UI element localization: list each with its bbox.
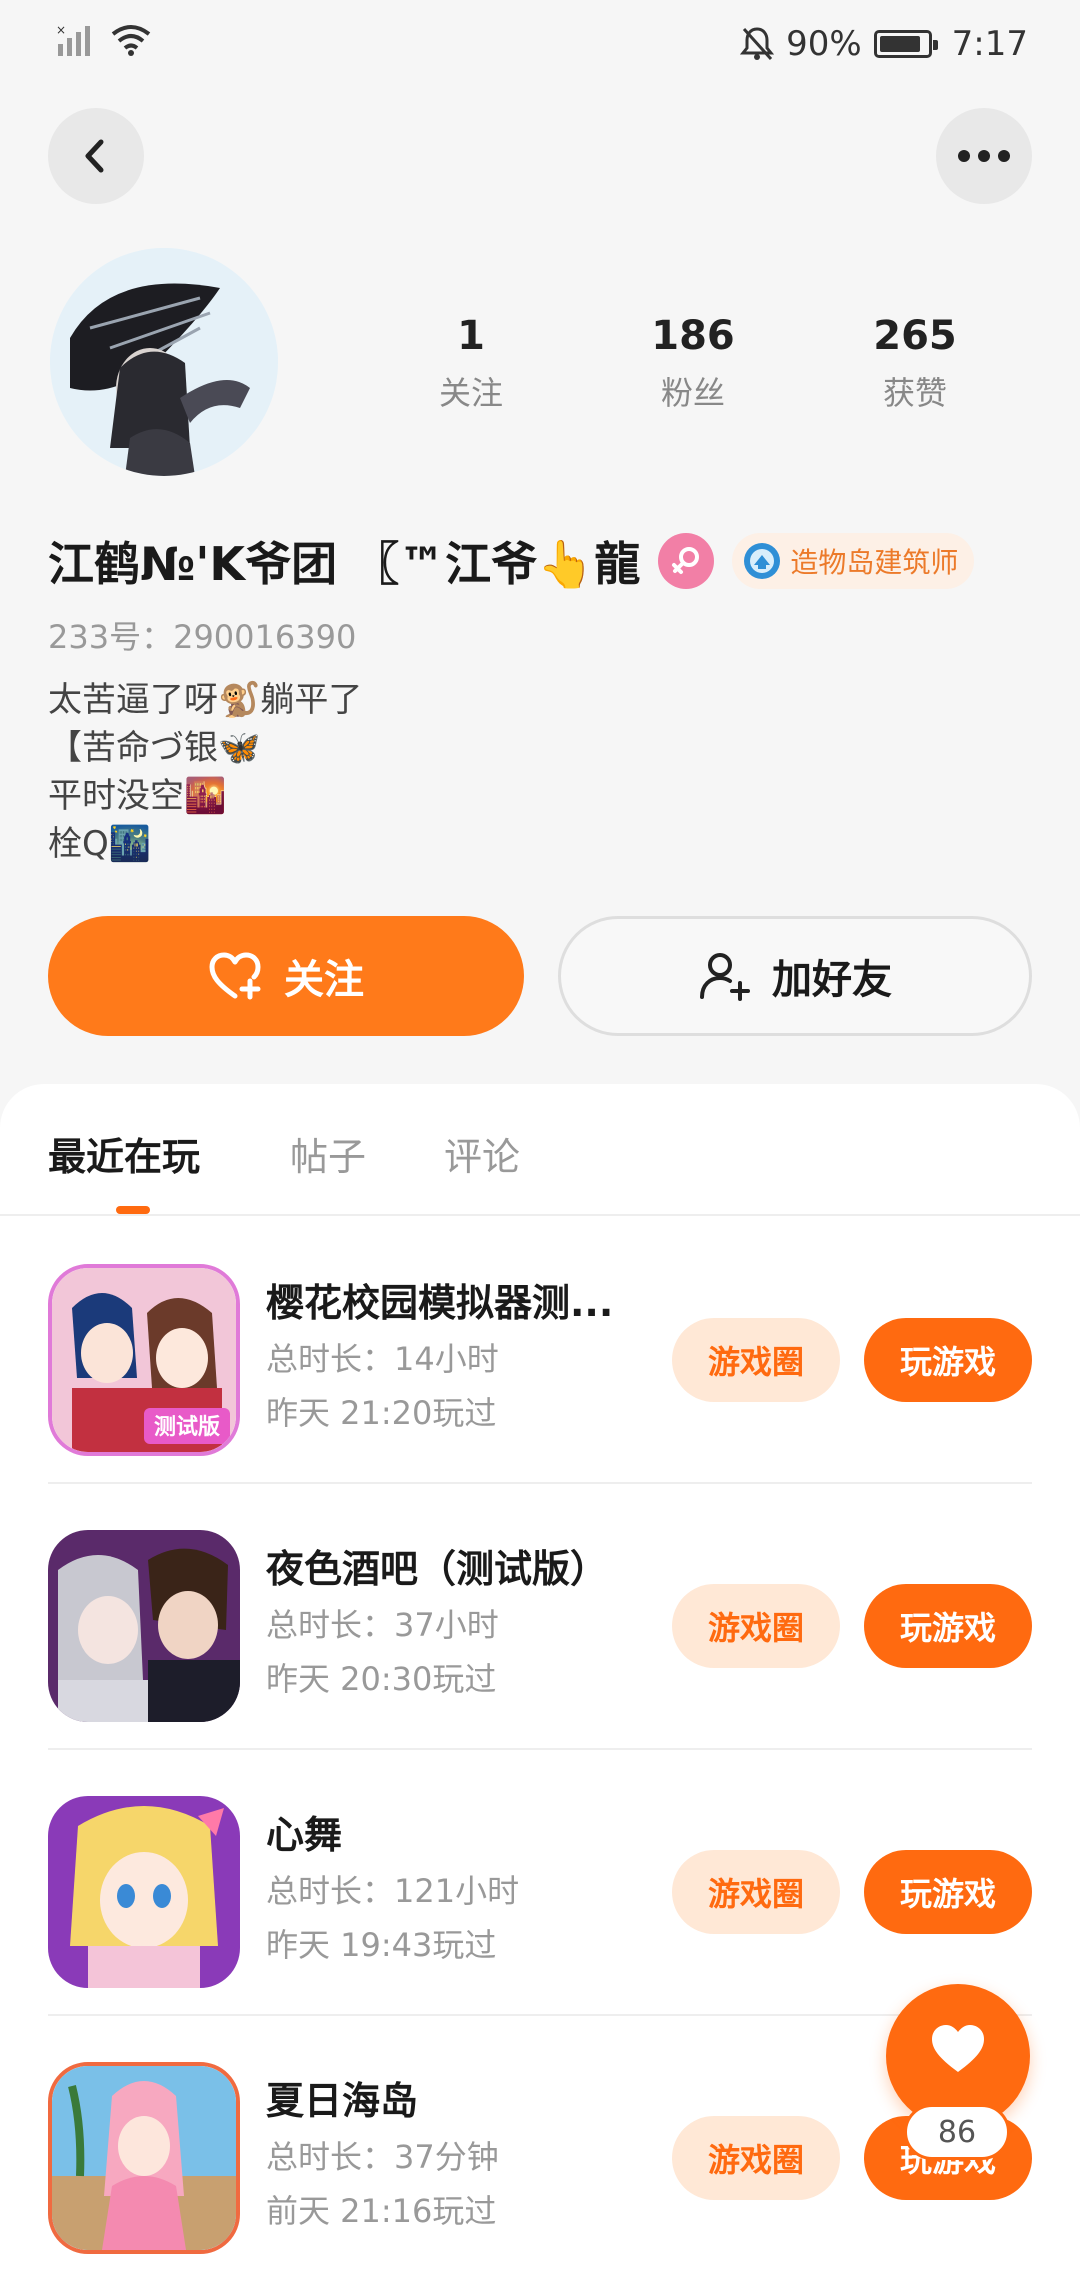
bio-line: 太苦逼了呀🐒躺平了: [48, 680, 363, 720]
game-icon[interactable]: 测试版: [48, 1264, 240, 1456]
more-button[interactable]: [936, 108, 1032, 204]
game-last-played: 昨天 19:43玩过: [266, 1926, 497, 1964]
title-badge-label: 造物岛建筑师: [790, 546, 959, 579]
follow-label: 关注: [284, 957, 364, 1003]
play-game-button[interactable]: 玩游戏: [864, 1850, 1032, 1934]
game-row[interactable]: 测试版 樱花校园模拟器测... 总时长：14小时 昨天 21:20玩过 游戏圈 …: [48, 1218, 1032, 1484]
stat-likes[interactable]: 265 获赞: [804, 308, 1026, 414]
game-icon[interactable]: [48, 1796, 240, 1988]
bio: 太苦逼了呀🐒躺平了 【苦命づ银🦋 平时没空🌇 栓Q🌃: [48, 676, 362, 868]
mute-bell-icon: [740, 27, 775, 61]
bio-line: 【苦命づ银🦋: [48, 728, 261, 768]
stat-label: 获赞: [882, 374, 947, 412]
profile-page: × 90% 7:17 1 关注 186 粉丝 265 获赞 江鹤№'K爷团 〖™…: [0, 0, 1080, 2280]
game-circle-button[interactable]: 游戏圈: [672, 1850, 840, 1934]
game-last-played: 昨天 21:20玩过: [266, 1394, 497, 1432]
tab-indicator: [116, 1206, 150, 1214]
like-count: 86: [904, 2104, 1010, 2160]
name-row: 江鹤№'K爷团 〖™江爷👆龍 造物岛建筑师: [48, 528, 975, 594]
game-name: 心舞: [266, 1813, 343, 1857]
add-friend-button[interactable]: 加好友: [558, 916, 1032, 1036]
game-last-played: 昨天 20:30玩过: [266, 1660, 497, 1698]
game-row[interactable]: 夏日海岛 总时长：37分钟 前天 21:16玩过 游戏圈 玩游戏: [48, 2016, 1032, 2280]
add-friend-label: 加好友: [772, 957, 892, 1003]
play-game-button[interactable]: 玩游戏: [864, 1318, 1032, 1402]
username: 江鹤№'K爷团 〖™江爷👆龍: [48, 537, 641, 591]
game-duration: 总时长：37分钟: [266, 2138, 499, 2176]
game-name: 樱花校园模拟器测...: [266, 1281, 614, 1325]
game-row[interactable]: 夜色酒吧（测试版） 总时长：37小时 昨天 20:30玩过 游戏圈 玩游戏: [48, 1484, 1032, 1750]
cellular-signal-icon: ×: [56, 23, 90, 56]
tab-comments[interactable]: 评论: [444, 1126, 520, 1181]
battery-level: [879, 36, 921, 52]
stat-value: 1: [457, 313, 485, 359]
female-icon: [658, 533, 715, 589]
svg-text:×: ×: [56, 23, 66, 37]
game-duration: 总时长：121小时: [266, 1872, 520, 1910]
wifi-icon: [111, 25, 151, 56]
game-icon[interactable]: [48, 2062, 240, 2254]
tab-recently-played[interactable]: 最近在玩: [48, 1126, 200, 1181]
back-button[interactable]: [48, 108, 144, 204]
heart-icon: [932, 2025, 984, 2072]
status-bar: × 90% 7:17: [0, 0, 1080, 90]
game-name: 夏日海岛: [266, 2079, 419, 2123]
add-friend-icon: [700, 953, 750, 1001]
stat-following[interactable]: 1 关注: [360, 308, 582, 414]
game-last-played: 前天 21:16玩过: [266, 2192, 497, 2230]
bio-line: 平时没空🌇: [48, 776, 227, 816]
battery-percent: 90%: [786, 24, 862, 64]
chevron-left-icon: [85, 139, 104, 173]
title-badge[interactable]: 造物岛建筑师: [732, 533, 975, 589]
game-icon[interactable]: [48, 1530, 240, 1722]
game-name: 夜色酒吧（测试版）: [266, 1547, 609, 1591]
play-game-button[interactable]: 玩游戏: [864, 1584, 1032, 1668]
game-duration: 总时长：14小时: [266, 1340, 499, 1378]
stat-value: 186: [651, 313, 735, 359]
clock: 7:17: [951, 24, 1028, 64]
bio-line: 栓Q🌃: [48, 824, 152, 864]
stat-label: 关注: [438, 374, 503, 412]
game-circle-button[interactable]: 游戏圈: [672, 2116, 840, 2200]
more-icon: [958, 150, 1010, 162]
game-circle-button[interactable]: 游戏圈: [672, 1584, 840, 1668]
game-circle-button[interactable]: 游戏圈: [672, 1318, 840, 1402]
user-id: 233号：290016390: [48, 618, 357, 656]
builder-badge-icon: [744, 543, 781, 579]
game-row[interactable]: 心舞 总时长：121小时 昨天 19:43玩过 游戏圈 玩游戏: [48, 1750, 1032, 2016]
tab-posts[interactable]: 帖子: [290, 1126, 366, 1181]
stats: 1 关注 186 粉丝 265 获赞: [360, 308, 1040, 414]
avatar[interactable]: [50, 248, 278, 476]
game-duration: 总时长：37小时: [266, 1606, 499, 1644]
heart-plus-icon: [209, 952, 261, 1000]
stat-value: 265: [873, 313, 957, 359]
stat-followers[interactable]: 186 粉丝: [582, 308, 804, 414]
game-icon-tag: 测试版: [154, 1415, 220, 1440]
follow-button[interactable]: 关注: [48, 916, 524, 1036]
battery-icon: [873, 30, 938, 58]
stat-label: 粉丝: [660, 374, 725, 412]
tab-bar: 最近在玩 帖子 评论: [0, 1084, 1080, 1216]
